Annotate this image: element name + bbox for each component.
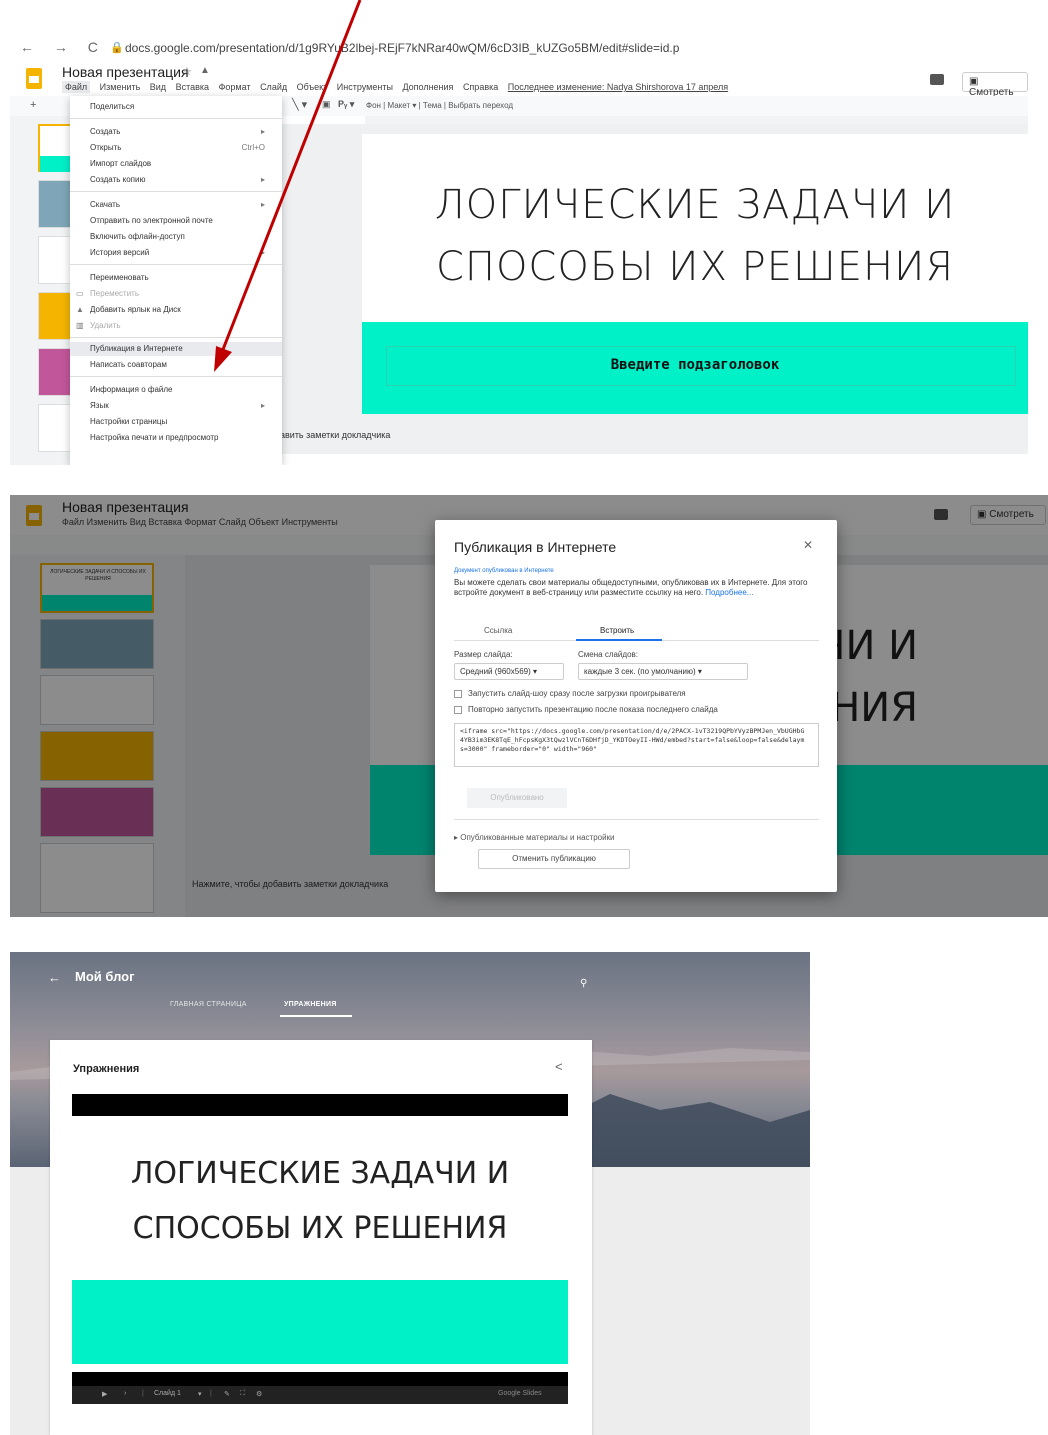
google-slides-brand: Google Slides [498,1390,542,1397]
nav-exercises[interactable]: УПРАЖНЕНИЯ [284,1001,337,1008]
advance-label: Смена слайдов: [578,650,638,659]
post-card: Упражнения < Логические задачи и способы… [50,1040,592,1435]
arrow-head [214,346,232,372]
divider [454,819,819,820]
close-icon[interactable]: ✕ [803,538,813,552]
dialog-tabs: Ссылка Встроить [454,623,819,641]
embed-code-textarea[interactable]: <iframe src="https://docs.google.com/pre… [454,723,819,767]
tab-active-indicator [576,639,662,641]
autostart-checkbox[interactable] [454,690,462,698]
next-icon[interactable]: › [124,1390,126,1397]
embedded-slide-band [72,1280,568,1364]
published-settings-label: Опубликованные материалы и настройки [460,833,615,842]
autostart-label: Запустить слайд-шоу сразу после загрузки… [468,689,686,698]
embedded-presentation[interactable]: Логические задачи и способы их решения ▶… [72,1094,568,1404]
slide-counter[interactable]: Слайд 1 [154,1390,181,1397]
publish-button[interactable]: Опубликовано [467,788,567,808]
nav-active-indicator [280,1015,352,1017]
search-icon[interactable]: ⚲ [580,978,587,989]
size-select-value: Средний (960x569) [460,667,531,676]
screenshot-blog-embed: ← Мой блог ⚲ ГЛАВНАЯ СТРАНИЦА УПРАЖНЕНИЯ… [10,952,810,1435]
size-label: Размер слайда: [454,650,513,659]
post-title: Упражнения [73,1063,140,1075]
chevron-down-icon: ▾ [697,667,702,676]
play-icon[interactable]: ▶ [102,1390,107,1398]
embedded-slide-title: Логические задачи и способы их решения [72,1146,568,1256]
chevron-down-icon: ▾ [533,667,538,676]
back-arrow-icon[interactable]: ← [48,970,61,985]
tab-link[interactable]: Ссылка [484,626,512,635]
gear-icon[interactable]: ⚙ [256,1390,262,1398]
slide-title-line-2: способы их решения [132,1211,508,1246]
nav-home[interactable]: ГЛАВНАЯ СТРАНИЦА [170,1001,247,1008]
embedded-slide: Логические задачи и способы их решения [72,1116,568,1372]
stop-publishing-button[interactable]: Отменить публикацию [478,849,630,869]
control-separator: | [210,1390,212,1397]
learn-more-link[interactable]: Подробнее... [705,588,753,597]
control-separator: | [142,1390,144,1397]
advance-select[interactable]: каждые 3 сек. (по умолчанию) ▾ [578,663,748,680]
annotation-arrow [214,0,362,372]
screenshot-publish-dialog: Новая презентация Файл Изменить Вид Вста… [10,495,1048,917]
slide-title-line-1: Логические задачи и [130,1156,510,1191]
loop-label: Повторно запустить презентацию после пок… [468,705,718,714]
share-icon[interactable]: < [555,1059,563,1074]
loop-checkbox[interactable] [454,706,462,714]
chevron-down-icon[interactable]: ▾ [198,1390,202,1398]
published-settings-toggle[interactable]: ▸ Опубликованные материалы и настройки [454,833,615,842]
arrow-shaft [220,0,362,353]
dialog-description: Вы можете сделать свои материалы общедос… [454,578,824,598]
player-controls: ▶ › | Слайд 1 ▾ | ✎ ⛶ ⚙ Google Slides [72,1386,568,1404]
publish-dialog: Публикация в Интернете ✕ Документ опубли… [435,520,837,892]
dialog-title: Публикация в Интернете [454,539,617,555]
size-select[interactable]: Средний (960x569) ▾ [454,663,564,680]
tab-embed[interactable]: Встроить [600,626,634,635]
pencil-icon[interactable]: ✎ [224,1390,230,1398]
blog-title[interactable]: Мой блог [75,969,135,984]
fullscreen-icon[interactable]: ⛶ [240,1390,245,1398]
publish-status: Документ опубликован в Интернете [454,568,554,574]
description-text: Вы можете сделать свои материалы общедос… [454,578,808,597]
advance-select-value: каждые 3 сек. (по умолчанию) [584,667,696,676]
